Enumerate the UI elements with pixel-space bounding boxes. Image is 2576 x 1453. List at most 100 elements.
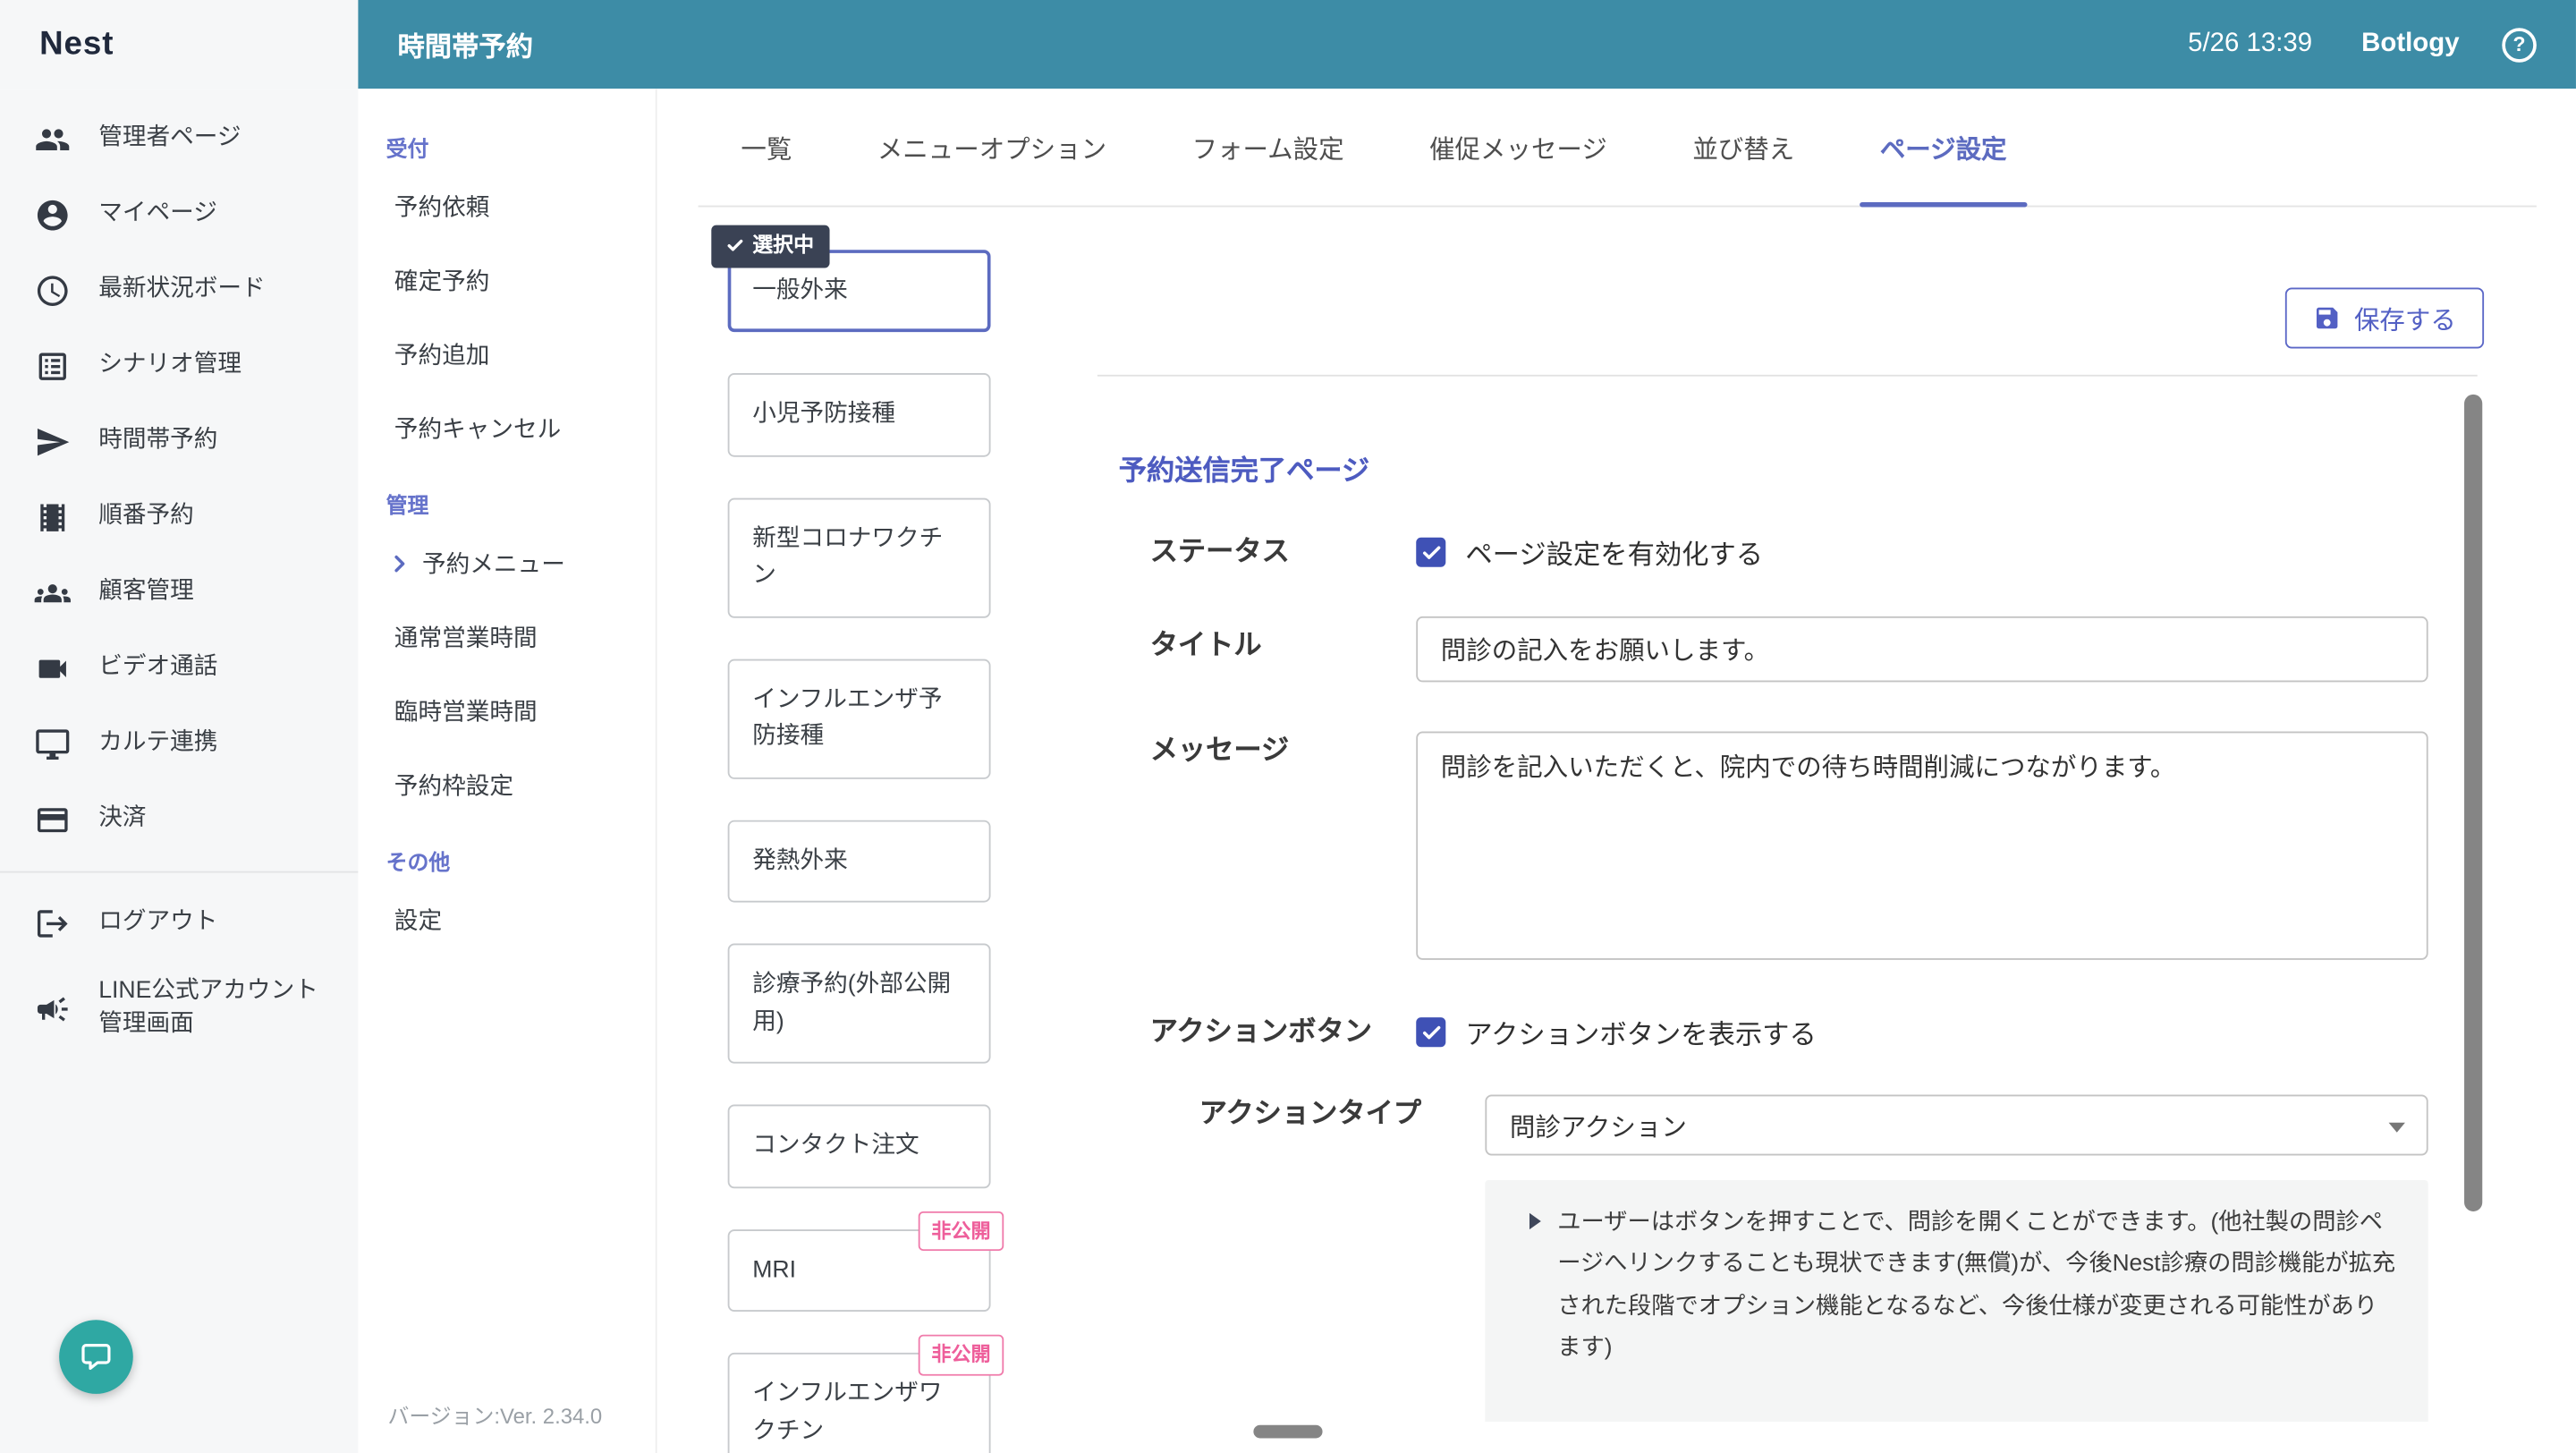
action-button-checkbox-label: アクションボタンを表示する xyxy=(1465,1020,1817,1050)
action-type-value: 問診アクション xyxy=(1509,1113,1687,1142)
action-button-label: アクションボタン xyxy=(1149,1015,1372,1048)
menu-card[interactable]: コンタクト注文 xyxy=(727,1104,991,1188)
sidebar-item-karte-link[interactable]: カルテ連携 xyxy=(0,707,358,783)
chat-bubble-icon xyxy=(79,1339,114,1374)
next-note-box-partial xyxy=(1485,1385,2428,1423)
tab-menu-options[interactable]: メニューオプション xyxy=(835,89,1149,205)
line-account-icon xyxy=(35,991,71,1027)
submenu-item-settings[interactable]: 設定 xyxy=(358,883,655,957)
action-type-note-text: ユーザーはボタンを押すことで、問診を開くことができます。(他社製の問診ページへリ… xyxy=(1557,1210,2396,1362)
sidebar-item-label: LINE公式アカウント管理画面 xyxy=(98,978,318,1038)
page-settings-panel: 保存する 予約送信完了ページ ステータス ページ設定を有効化する タイトル メッ… xyxy=(1040,250,2497,1453)
check-icon xyxy=(727,240,743,251)
tab-reminder-message[interactable]: 催促メッセージ xyxy=(1386,89,1649,205)
private-badge: 非公開 xyxy=(918,1211,1004,1252)
top-header: 時間帯予約 5/26 13:39 Botlogy ? xyxy=(358,0,2576,89)
chat-fab-button[interactable] xyxy=(59,1320,133,1394)
action-button-checkbox[interactable] xyxy=(1416,1017,1446,1048)
sidebar-item-payment[interactable]: 決済 xyxy=(0,782,358,858)
submenu-item-reservation-menu[interactable]: 予約メニュー xyxy=(358,526,655,600)
submenu-item-label: 臨時営業時間 xyxy=(394,700,538,726)
sidebar-item-scenario[interactable]: シナリオ管理 xyxy=(0,328,358,404)
check-icon xyxy=(1422,545,1440,558)
menu-card[interactable]: インフルエンザ予防接種 xyxy=(727,659,991,779)
status-control: ページ設定を有効化する xyxy=(1416,532,2428,572)
menu-card[interactable]: 診療予約(外部公開用) xyxy=(727,944,991,1065)
menu-card[interactable]: 非公開 MRI xyxy=(727,1211,1004,1313)
submenu-item-confirmed-reservation[interactable]: 確定予約 xyxy=(358,243,655,318)
sidebar-item-label: 時間帯予約 xyxy=(98,428,218,455)
video-call-icon xyxy=(35,650,71,686)
save-icon xyxy=(2316,307,2338,329)
action-type-label: アクションタイプ xyxy=(1199,1098,1422,1130)
account-name[interactable]: Botlogy xyxy=(2361,30,2459,59)
title-input[interactable] xyxy=(1416,616,2428,683)
submenu-item-add-reservation[interactable]: 予約追加 xyxy=(358,318,655,392)
people-icon xyxy=(35,122,71,157)
message-textarea[interactable]: 問診を記入いただくと、院内での待ち時間削減につながります。 xyxy=(1416,731,2428,960)
sidebar-item-label: ビデオ通話 xyxy=(98,654,218,681)
send-icon xyxy=(35,424,71,460)
app-window: Nest 時間帯予約 5/26 13:39 Botlogy ? 管理者ページ マ… xyxy=(0,0,2576,1453)
submenu-item-temporary-hours[interactable]: 臨時営業時間 xyxy=(358,674,655,748)
menu-card[interactable]: 発熱外来 xyxy=(727,820,991,904)
tab-list[interactable]: 一覧 xyxy=(699,89,835,205)
submenu-item-slot-settings[interactable]: 予約枠設定 xyxy=(358,748,655,822)
sidebar-item-queue-booking[interactable]: 順番予約 xyxy=(0,480,358,556)
action-type-note-box: ユーザーはボタンを押すことで、問診を開くことができます。(他社製の問診ページへリ… xyxy=(1485,1180,2428,1394)
submenu-item-label: 予約枠設定 xyxy=(394,774,513,801)
submenu-item-cancel-reservation[interactable]: 予約キャンセル xyxy=(358,391,655,465)
sidebar-item-admin-page[interactable]: 管理者ページ xyxy=(0,102,358,178)
sidebar-item-my-page[interactable]: マイページ xyxy=(0,177,358,253)
sidebar-item-label: 順番予約 xyxy=(98,503,194,530)
version-label: バージョン:Ver. 2.34.0 xyxy=(387,1403,603,1429)
status-checkbox[interactable] xyxy=(1416,537,1446,567)
submenu-section-reception: 受付 xyxy=(386,136,429,162)
submenu-item-label: 通常営業時間 xyxy=(394,625,538,653)
menu-card-list: 選択中 一般外来 小児予防接種 新型コロナワクチン インフルエンザ予防接種 発熱… xyxy=(711,225,1004,1453)
menu-card-label: 新型コロナワクチン xyxy=(752,525,944,590)
sidebar-item-label: 管理者ページ xyxy=(98,125,242,152)
menu-card[interactable]: 選択中 一般外来 xyxy=(711,225,991,333)
menu-card[interactable]: 非公開 インフルエンザワクチン xyxy=(727,1335,1004,1453)
submenu: 受付 予約依頼 確定予約 予約追加 予約キャンセル 管理 予約メニュー 通常営業… xyxy=(358,89,657,1453)
submenu-item-label: 予約メニュー xyxy=(422,552,565,579)
horizontal-scrollbar-thumb[interactable] xyxy=(1253,1424,1323,1439)
check-icon xyxy=(1422,1024,1440,1039)
save-button[interactable]: 保存する xyxy=(2284,287,2485,349)
help-icon[interactable]: ? xyxy=(2502,27,2537,62)
header-datetime: 5/26 13:39 xyxy=(2188,30,2313,58)
sidebar-item-customers[interactable]: 顧客管理 xyxy=(0,556,358,632)
tab-form-settings[interactable]: フォーム設定 xyxy=(1149,89,1386,205)
tab-page-settings[interactable]: ページ設定 xyxy=(1837,89,2049,208)
app-logo: Nest xyxy=(39,25,114,62)
menu-card[interactable]: 小児予防接種 xyxy=(727,373,991,457)
sidebar-item-label: カルテ連携 xyxy=(98,730,218,757)
sidebar-item-logout[interactable]: ログアウト xyxy=(0,886,358,962)
submenu-item-normal-hours[interactable]: 通常営業時間 xyxy=(358,600,655,675)
menu-card-label: 小児予防接種 xyxy=(752,402,896,429)
submenu-item-reservation-request[interactable]: 予約依頼 xyxy=(358,169,655,243)
status-label: ステータス xyxy=(1149,535,1290,567)
tab-sort[interactable]: 並び替え xyxy=(1650,89,1837,205)
menu-card[interactable]: 新型コロナワクチン xyxy=(727,497,991,618)
menu-card-label: コンタクト注文 xyxy=(752,1133,919,1160)
action-type-select[interactable]: 問診アクション xyxy=(1485,1094,2428,1156)
title-label: タイトル xyxy=(1149,629,1262,661)
submenu-item-label: 予約追加 xyxy=(394,343,490,370)
sidebar-item-label: ログアウト xyxy=(98,909,218,936)
submenu-item-label: 設定 xyxy=(394,908,443,936)
vertical-scrollbar-thumb[interactable] xyxy=(2464,394,2483,1211)
sidebar-item-line-account[interactable]: LINE公式アカウント管理画面 xyxy=(0,962,358,1058)
sidebar-item-time-slot-booking[interactable]: 時間帯予約 xyxy=(0,404,358,480)
menu-card-label: インフルエンザワクチン xyxy=(752,1381,943,1445)
sidebar-item-video-call[interactable]: ビデオ通話 xyxy=(0,631,358,707)
message-label: メッセージ xyxy=(1149,735,1290,767)
main-content: 一覧 メニューオプション フォーム設定 催促メッセージ 並び替え ページ設定 選… xyxy=(657,89,2576,1453)
submenu-section-other: その他 xyxy=(386,849,451,875)
group-icon xyxy=(34,575,71,611)
sidebar-item-status-board[interactable]: 最新状況ボード xyxy=(0,253,358,329)
triangle-right-icon xyxy=(1529,1212,1541,1230)
selected-badge-label: 選択中 xyxy=(752,233,815,257)
menu-card-label: 診療予約(外部公開用) xyxy=(752,972,952,1035)
